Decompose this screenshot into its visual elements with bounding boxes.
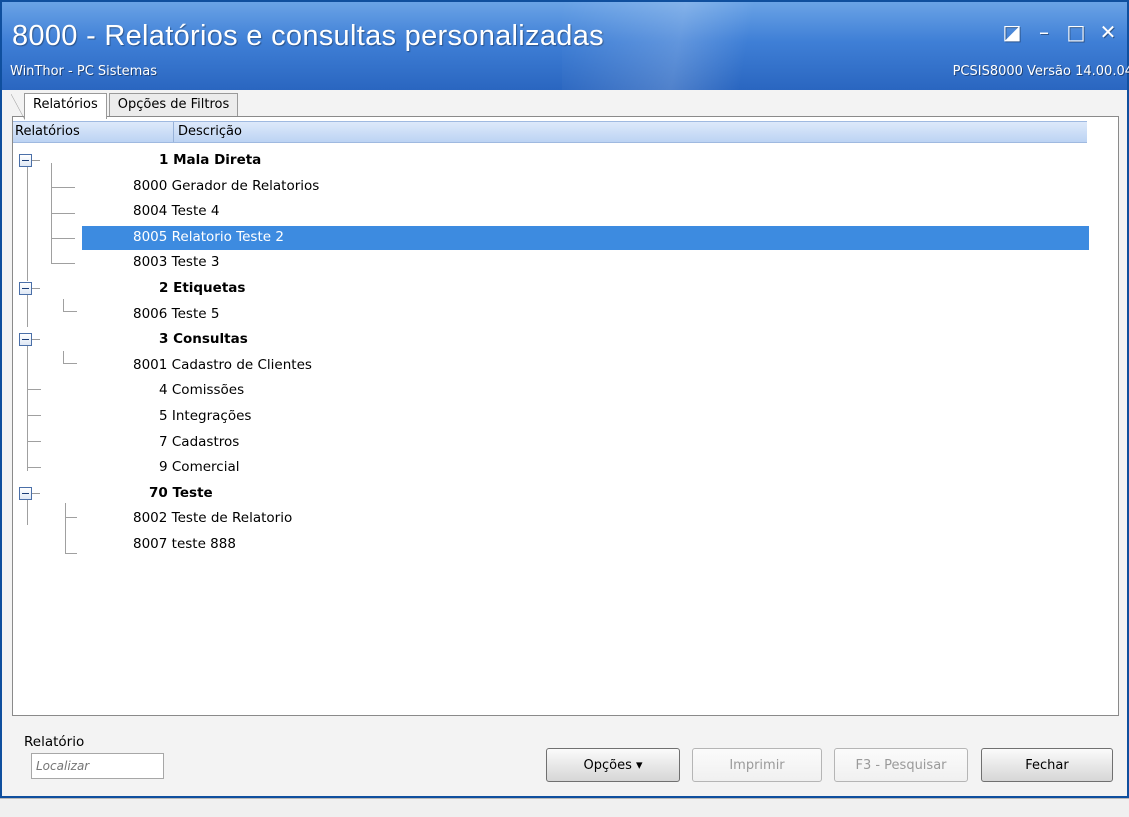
column-header-relatorios[interactable]: Relatórios — [15, 124, 80, 139]
item-label: 8003 Teste 3 — [133, 254, 220, 271]
tree-group-row[interactable]: 70 Teste — [13, 482, 1093, 508]
tree-subgroup-row[interactable]: 9 Comercial — [13, 456, 1093, 482]
group-label: 2 Etiquetas — [159, 279, 246, 296]
tab-relatorios[interactable]: Relatórios — [11, 93, 107, 120]
item-label: 8007 teste 888 — [133, 535, 236, 552]
tree-subgroup-row[interactable]: 5 Integrações — [13, 405, 1093, 431]
tab-strip: Relatórios Opções de Filtros — [11, 93, 240, 120]
item-label: 8004 Teste 4 — [133, 203, 220, 220]
tree-group-row[interactable]: 1 Mala Direta — [13, 149, 1093, 175]
tree-group-row[interactable]: 2 Etiquetas — [13, 277, 1093, 303]
group-label: 70 Teste — [149, 484, 213, 501]
tree-item-row[interactable]: 8000 Gerador de Relatorios — [13, 175, 1093, 201]
group-label: 1 Mala Direta — [159, 152, 262, 168]
subgroup-label: 4 Comissões — [159, 382, 245, 399]
collapse-icon[interactable] — [19, 486, 40, 500]
close-button[interactable]: Fechar — [981, 748, 1113, 782]
collapse-icon[interactable] — [19, 154, 40, 167]
search-button[interactable]: F3 - Pesquisar — [834, 748, 968, 782]
window-subtitle: WinThor - PC Sistemas — [10, 64, 158, 79]
collapse-icon[interactable] — [19, 333, 40, 347]
restore-icon[interactable]: ◪ — [999, 20, 1025, 44]
tree-item-row-selected[interactable]: 8005 Relatorio Teste 2 — [13, 225, 1093, 252]
search-input[interactable] — [31, 753, 164, 779]
options-button[interactable]: Opções ▾ — [546, 748, 680, 782]
report-tree-panel: Relatórios Descrição 1 Mala Direta 8000 … — [12, 116, 1119, 716]
group-label: 3 Consultas — [159, 331, 248, 348]
grid-header: Relatórios Descrição — [13, 121, 1087, 143]
maximize-icon[interactable]: □ — [1063, 20, 1089, 44]
tree-group-row[interactable]: 3 Consultas — [13, 328, 1093, 354]
collapse-icon[interactable] — [19, 281, 40, 295]
status-bar — [0, 798, 1129, 817]
item-label: 8002 Teste de Relatorio — [133, 510, 293, 527]
item-label: 8006 Teste 5 — [133, 305, 220, 322]
subgroup-label: 5 Integrações — [159, 407, 252, 424]
title-bar[interactable]: 8000 - Relatórios e consultas personaliz… — [2, 2, 1129, 90]
tree-item-row[interactable]: 8007 teste 888 — [13, 533, 1093, 559]
subgroup-label: 9 Comercial — [159, 459, 240, 476]
tree-subgroup-row[interactable]: 4 Comissões — [13, 379, 1093, 405]
tab-opcoes-filtros[interactable]: Opções de Filtros — [108, 93, 239, 117]
subgroup-label: 7 Cadastros — [159, 433, 240, 450]
tree-item-row[interactable]: 8006 Teste 5 — [13, 303, 1093, 329]
item-label: 8000 Gerador de Relatorios — [133, 177, 320, 194]
column-header-descricao[interactable]: Descrição — [173, 122, 242, 142]
tree-item-row[interactable]: 8002 Teste de Relatorio — [13, 507, 1093, 533]
search-label: Relatório — [24, 734, 85, 750]
window-title: 8000 - Relatórios e consultas personaliz… — [12, 20, 604, 52]
item-label: 8005 Relatorio Teste 2 — [133, 228, 284, 245]
bottom-toolbar: Relatório Opções ▾ Imprimir F3 - Pesquis… — [2, 716, 1127, 796]
report-tree: 1 Mala Direta 8000 Gerador de Relatorios… — [13, 149, 1093, 559]
main-window: 8000 - Relatórios e consultas personaliz… — [0, 0, 1129, 798]
close-icon[interactable]: ✕ — [1095, 20, 1121, 44]
print-button[interactable]: Imprimir — [692, 748, 822, 782]
item-label: 8001 Cadastro de Clientes — [133, 356, 312, 373]
tree-item-row[interactable]: 8003 Teste 3 — [13, 251, 1093, 277]
version-label: PCSIS8000 Versão 14.00.04 — [952, 64, 1129, 79]
window-controls: ◪ – □ ✕ — [999, 20, 1121, 44]
tree-subgroup-row[interactable]: 7 Cadastros — [13, 431, 1093, 457]
minimize-icon[interactable]: – — [1031, 20, 1057, 44]
tree-item-row[interactable]: 8001 Cadastro de Clientes — [13, 354, 1093, 380]
tree-item-row[interactable]: 8004 Teste 4 — [13, 200, 1093, 226]
